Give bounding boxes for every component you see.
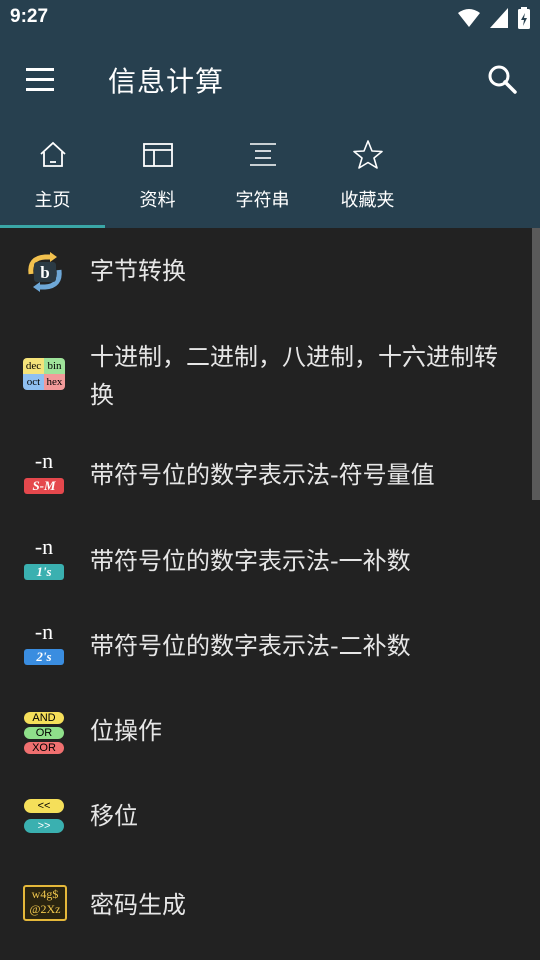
icon-text: >> xyxy=(24,819,64,833)
feature-list: b 字节转换 dec bin oct hex 十进制，二进制，八进制，十六进制转… xyxy=(0,228,540,960)
tab-label: 资料 xyxy=(139,190,176,211)
tab-label: 字符串 xyxy=(235,190,290,211)
status-icons xyxy=(458,6,530,30)
icon-text: -n xyxy=(34,534,54,559)
password-icon: w4g$ @2Xz xyxy=(23,885,67,929)
icon-text: -n xyxy=(34,448,54,473)
tab-favorites[interactable]: 收藏夹 xyxy=(315,124,420,228)
list-item-label: 带符号位的数字表示法-符号量值 xyxy=(90,461,435,489)
list-item-label: 位操作 xyxy=(90,717,162,745)
battery-icon xyxy=(518,7,530,29)
home-icon xyxy=(39,141,66,167)
list-item-label: 带符号位的数字表示法-二补数 xyxy=(90,632,411,660)
list-item-label: 带符号位的数字表示法-一补数 xyxy=(90,547,411,575)
text-lines-icon xyxy=(249,143,276,166)
ones-complement-icon: -n 1's xyxy=(23,534,67,582)
icon-text: S-M xyxy=(24,478,64,494)
icon-text: dec xyxy=(23,358,44,374)
app-bar: 信息计算 xyxy=(0,36,540,124)
icon-text: oct xyxy=(23,374,44,390)
tab-home[interactable]: 主页 xyxy=(0,124,105,228)
icon-text: OR xyxy=(24,727,64,739)
page-title: 信息计算 xyxy=(108,65,225,98)
list-item-label: 密码生成 xyxy=(90,891,186,919)
icon-text: -n xyxy=(34,619,54,644)
list-item-label: 字节转换 xyxy=(90,257,186,285)
base-convert-icon: dec bin oct hex xyxy=(23,358,67,402)
wifi-icon xyxy=(458,9,480,27)
status-time: 9:27 xyxy=(10,6,49,27)
bit-shift-icon: << >> xyxy=(23,799,67,843)
list-item-bit-operation[interactable]: AND OR XOR 位操作 xyxy=(0,688,532,773)
icon-text: 2's xyxy=(24,649,64,665)
twos-complement-icon: -n 2's xyxy=(23,619,67,667)
scrollbar[interactable] xyxy=(532,228,540,500)
list-item-bit-shift[interactable]: << >> 移位 xyxy=(0,773,532,858)
star-icon xyxy=(352,140,383,169)
menu-icon[interactable] xyxy=(22,62,58,98)
status-bar: 9:27 xyxy=(0,0,540,36)
tab-label: 收藏夹 xyxy=(340,190,395,211)
icon-text: @2Xz xyxy=(29,902,61,916)
signal-icon xyxy=(490,8,508,28)
icon-text: << xyxy=(24,799,64,813)
tab-bar: 主页 资料 字符串 收藏夹 xyxy=(0,124,540,228)
list-item-base-conversion[interactable]: dec bin oct hex 十进制，二进制，八进制，十六进制转换 xyxy=(0,314,532,432)
icon-text: XOR xyxy=(24,742,64,754)
sign-magnitude-icon: -n S-M xyxy=(23,448,67,496)
list-item-twos-complement[interactable]: -n 2's 带符号位的数字表示法-二补数 xyxy=(0,603,532,688)
icon-text: hex xyxy=(44,374,65,390)
list-item-label: 移位 xyxy=(90,802,138,830)
list-item-sign-magnitude[interactable]: -n S-M 带符号位的数字表示法-符号量值 xyxy=(0,432,532,518)
table-icon xyxy=(142,143,173,167)
icon-text: 1's xyxy=(24,564,64,580)
list-item-byte-conversion[interactable]: b 字节转换 xyxy=(0,228,532,314)
icon-text: b xyxy=(40,263,49,282)
search-icon[interactable] xyxy=(484,62,520,98)
list-item-password-generator[interactable]: w4g$ @2Xz 密码生成 xyxy=(0,858,532,948)
list-item-ones-complement[interactable]: -n 1's 带符号位的数字表示法-一补数 xyxy=(0,518,532,603)
list-item-label: 十进制，二进制，八进制，十六进制转换 xyxy=(90,343,498,409)
tab-strings[interactable]: 字符串 xyxy=(210,124,315,228)
bit-operation-icon: AND OR XOR xyxy=(23,712,67,756)
byte-convert-icon: b xyxy=(28,252,62,292)
icon-text: AND xyxy=(24,712,64,724)
tab-label: 主页 xyxy=(34,190,71,211)
icon-text: w4g$ xyxy=(31,887,59,901)
tab-resources[interactable]: 资料 xyxy=(105,124,210,228)
icon-text: bin xyxy=(44,358,65,374)
